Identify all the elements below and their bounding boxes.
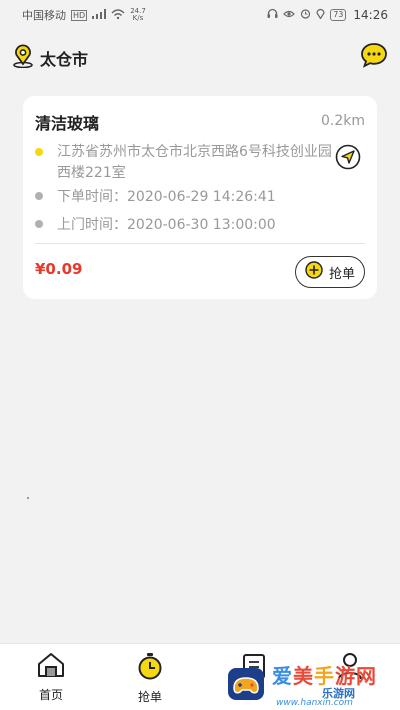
status-bar: 中国移动 HD 24.7 K/s 73 14:26 — [0, 0, 400, 30]
wm-char-2: 美 — [293, 664, 314, 688]
tab-grab-order[interactable]: 抢单 — [120, 652, 180, 705]
hd-icon: HD — [71, 9, 88, 21]
wifi-icon — [111, 8, 125, 22]
home-icon — [36, 652, 66, 682]
signal-icon — [92, 8, 107, 22]
plus-coin-icon — [305, 261, 323, 283]
tab-grab-order-label: 抢单 — [137, 690, 162, 704]
chat-bubble-icon[interactable] — [360, 42, 388, 72]
header: 太仓市 — [0, 38, 400, 78]
order-time: 下单时间：2020-06-29 14:26:41 — [57, 189, 276, 205]
headset-icon — [267, 8, 278, 22]
navigation-icon[interactable] — [335, 144, 361, 174]
alarm-icon — [300, 8, 311, 22]
visit-time-dot — [35, 220, 43, 228]
order-address: 江苏省苏州市太仓市北京西路6号科技创业园西楼221室 — [57, 144, 332, 181]
carrier-name: 中国移动 — [22, 9, 66, 22]
net-speed: 24.7 K/s — [130, 8, 146, 22]
grab-order-label: 抢单 — [328, 266, 355, 282]
tab-home-label: 首页 — [38, 688, 63, 702]
watermark-url: www.hanxin.com — [276, 698, 353, 708]
grab-order-button[interactable]: 抢单 — [295, 256, 365, 288]
battery-icon: 73 — [330, 9, 347, 21]
stopwatch-icon — [136, 652, 164, 684]
divider — [35, 243, 365, 244]
order-distance: 0.2km — [320, 113, 365, 129]
order-time-row: 下单时间：2020-06-29 14:26:41 — [35, 186, 276, 206]
order-title: 清洁玻璃 — [35, 114, 100, 133]
visit-time: 上门时间：2020-06-30 13:00:00 — [57, 217, 276, 233]
clock: 14:26 — [353, 8, 388, 22]
battery-level: 73 — [333, 10, 344, 19]
wm-char-1: 爱 — [272, 664, 293, 688]
city-name[interactable]: 太仓市 — [40, 46, 88, 70]
order-time-dot — [35, 192, 43, 200]
address-dot — [35, 148, 43, 156]
visit-time-row: 上门时间：2020-06-30 13:00:00 — [35, 214, 276, 234]
order-card[interactable]: 清洁玻璃 0.2km 江苏省苏州市太仓市北京西路6号科技创业园西楼221室 下单… — [23, 96, 377, 299]
eye-icon — [283, 9, 296, 22]
watermark: 爱美手游网 乐游网 www.hanxin.com — [226, 658, 392, 710]
net-speed-unit: K/s — [132, 14, 144, 22]
order-price: ¥0.09 — [35, 260, 83, 278]
screen-speck — [27, 497, 29, 499]
address-row: 江苏省苏州市太仓市北京西路6号科技创业园西楼221室 — [35, 142, 335, 184]
gamepad-logo-icon — [226, 664, 266, 704]
location-pin-icon[interactable] — [12, 44, 34, 72]
gps-icon — [316, 8, 325, 22]
tab-home[interactable]: 首页 — [21, 652, 81, 703]
